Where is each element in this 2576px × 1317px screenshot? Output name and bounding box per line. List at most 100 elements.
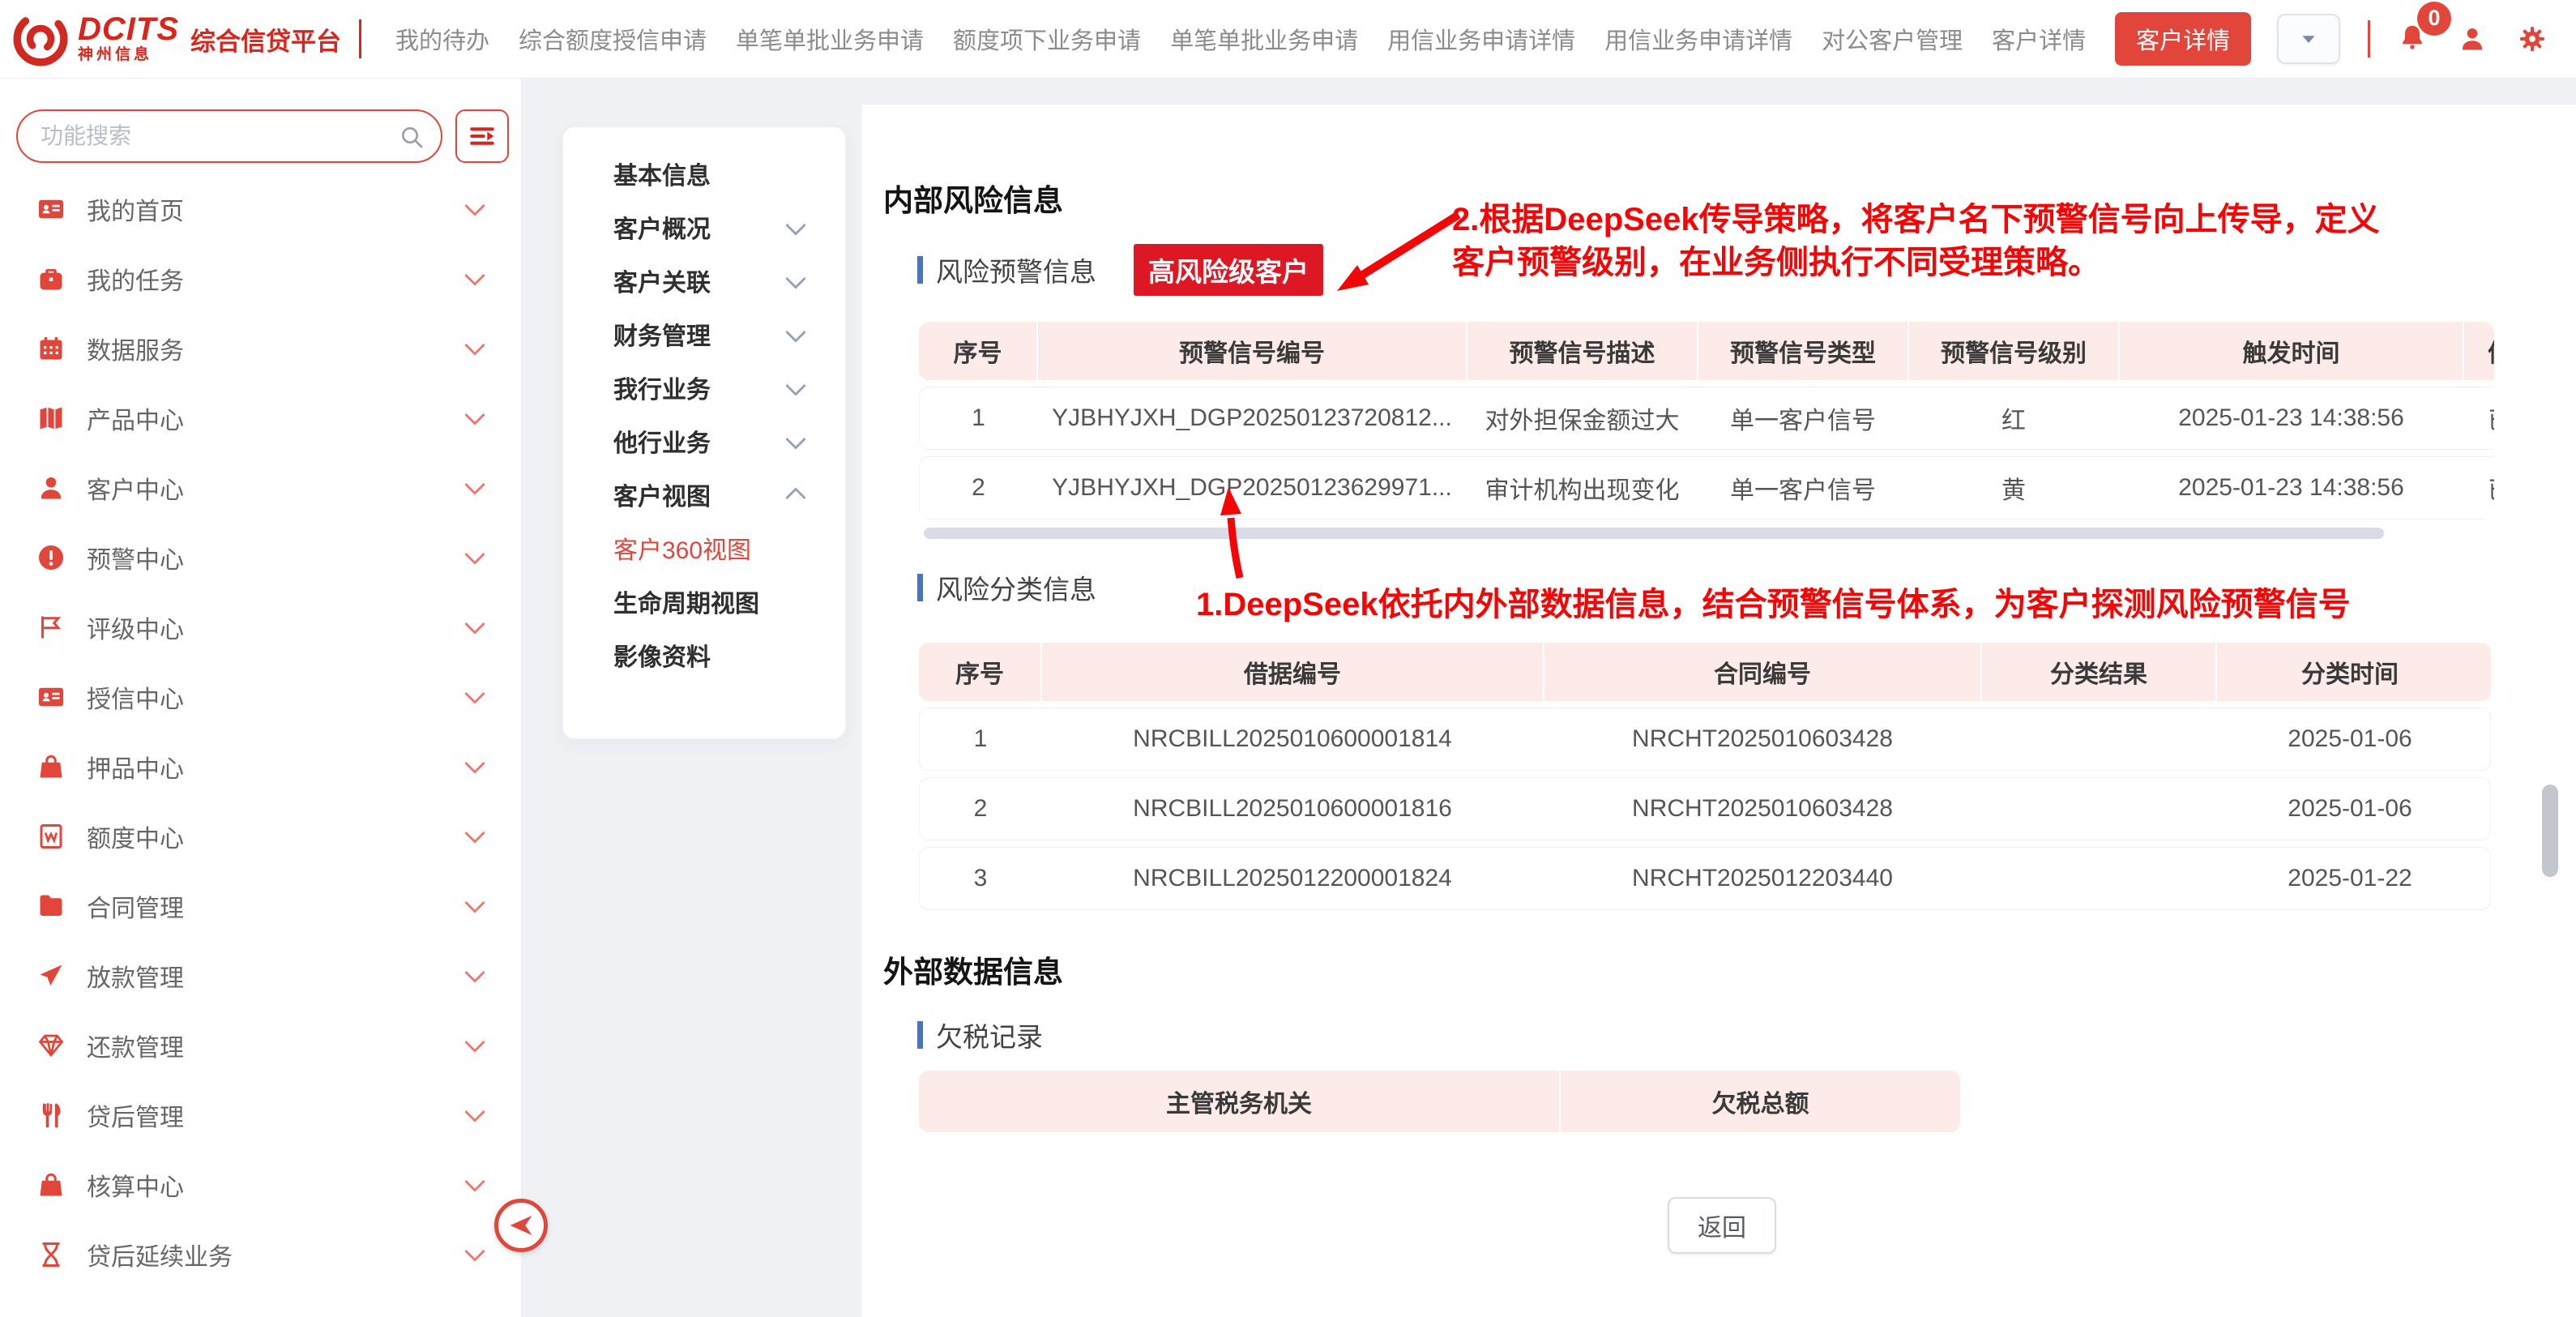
column-header: 预警信号类型 <box>1697 322 1907 380</box>
sidebar-item-icon <box>36 1240 66 1269</box>
sidebar-item-icon <box>36 264 66 293</box>
back-button[interactable]: 返回 <box>1668 1197 1776 1254</box>
top-nav-tab[interactable]: 用信业务申请详情 <box>1604 22 1792 56</box>
submenu-item[interactable]: 基本信息 <box>563 147 845 200</box>
sidebar-item-label: 放款管理 <box>87 958 468 994</box>
top-nav-tabs: 我的待办 综合额度授信申请 单笔单批业务申请 额度项下业务申请 单笔单批业务申请… <box>395 12 2251 66</box>
sidebar-item[interactable]: 押品中心 <box>0 732 521 802</box>
sidebar-collapse-button[interactable] <box>494 1199 548 1252</box>
sidebar-item[interactable]: 授信中心 <box>0 662 521 732</box>
table-cell: NRCHT2025010603428 <box>1544 778 1981 840</box>
chevron-down-icon <box>464 962 485 982</box>
submenu-item[interactable]: 客户关联 <box>563 254 845 307</box>
sidebar-item[interactable]: 贷后延续业务 <box>0 1220 521 1289</box>
annotation-propagation: 2.根据DeepSeek传导策略，将客户名下预警信号向上传导，定义客户预警级别，… <box>1452 199 2380 284</box>
sidebar-item[interactable]: 产品中心 <box>0 383 521 453</box>
table-cell: 2025-01-23 14:38:56 <box>2119 457 2463 519</box>
tabs-dropdown-button[interactable] <box>2277 14 2340 64</box>
sidebar-item[interactable]: 我的首页 <box>0 174 521 244</box>
chevron-down-icon <box>464 892 485 913</box>
app-window: DCITS 神州信息 综合信贷平台 我的待办 综合额度授信申请 单笔单批业务申请… <box>0 0 2576 1317</box>
top-nav-tab[interactable]: 单笔单批业务申请 <box>1170 22 1358 56</box>
submenu-item[interactable]: 影像资料 <box>563 628 845 682</box>
submenu-item[interactable]: 生命周期视图 <box>563 575 845 628</box>
sidebar-item-label: 我的首页 <box>87 191 468 227</box>
sidebar-item[interactable]: 评级中心 <box>0 592 521 662</box>
sidebar-item-label: 贷后延续业务 <box>87 1237 468 1272</box>
sidebar-item[interactable]: 核算中心 <box>0 1150 521 1220</box>
function-search-box[interactable] <box>16 109 442 163</box>
section-bar <box>917 256 923 284</box>
top-nav-tab[interactable]: 客户详情 <box>2115 12 2251 66</box>
top-nav-tab[interactable]: 单笔单批业务申请 <box>736 22 924 56</box>
submenu-item-label: 他行业务 <box>613 423 788 459</box>
column-header: 信 <box>2463 322 2494 380</box>
sidebar-item-icon <box>36 1101 66 1130</box>
top-nav-tab[interactable]: 额度项下业务申请 <box>953 22 1141 56</box>
submenu-item-label: 财务管理 <box>613 316 788 352</box>
sidebar-item[interactable]: 数据服务 <box>0 314 521 383</box>
submenu-item-label: 客户概况 <box>613 209 788 245</box>
top-nav-tab[interactable]: 我的待办 <box>395 22 489 56</box>
sidebar-menu: 我的首页 我的任务 数据服务 产品中心 <box>0 174 521 1289</box>
risk-class-section-title: 风险分类信息 <box>936 568 1096 607</box>
annotation-arrow-down-left-icon <box>1329 208 1467 301</box>
table-cell: 1 <box>920 708 1041 770</box>
brand-text: DCITS 神州信息 <box>78 13 179 65</box>
top-nav-tab[interactable]: 客户详情 <box>1992 22 2086 56</box>
sidebar-item-icon <box>36 961 66 990</box>
table-cell: 已 <box>2463 457 2494 519</box>
submenu-item-label: 我行业务 <box>613 370 788 405</box>
table-row: 1NRCBILL2025010600001814NRCHT20250106034… <box>919 708 2491 771</box>
sidebar-item-label: 评级中心 <box>87 609 468 645</box>
submenu-item[interactable]: 客户360视图 <box>563 521 845 575</box>
submenu-item[interactable]: 客户概况 <box>563 200 845 254</box>
sidebar-item-icon <box>36 195 66 224</box>
user-profile-icon[interactable] <box>2458 24 2487 53</box>
sidebar-item-label: 授信中心 <box>87 679 468 715</box>
top-nav-tab[interactable]: 综合额度授信申请 <box>519 22 707 56</box>
top-nav-tab[interactable]: 对公客户管理 <box>1822 22 1963 56</box>
chevron-down-icon <box>464 1101 485 1122</box>
sidebar-item[interactable]: 放款管理 <box>0 941 521 1011</box>
table-cell: 对外担保金额过大 <box>1467 387 1698 449</box>
settings-gear-icon[interactable] <box>2518 24 2547 53</box>
chevron-down-icon <box>464 1171 485 1191</box>
search-input[interactable] <box>41 111 381 161</box>
horizontal-scrollbar[interactable] <box>924 528 2384 539</box>
submenu-item[interactable]: 他行业务 <box>563 414 845 468</box>
tax-arrears-section-title: 欠税记录 <box>936 1016 1043 1054</box>
table-header-row: 主管税务机关欠税总额 <box>919 1071 1960 1132</box>
menu-toggle-button[interactable] <box>455 109 509 163</box>
sidebar-item[interactable]: 我的任务 <box>0 244 521 314</box>
sidebar-item[interactable]: 预警中心 <box>0 523 521 592</box>
chevron-icon <box>785 268 805 289</box>
sidebar-item-label: 额度中心 <box>87 819 468 854</box>
sidebar-item[interactable]: 还款管理 <box>0 1011 521 1080</box>
tax-arrears-section-header: 欠税记录 <box>917 1016 1043 1054</box>
table-header-row: 序号借据编号合同编号分类结果分类时间 <box>919 643 2491 701</box>
sidebar-item[interactable]: 合同管理 <box>0 871 521 941</box>
tax-arrears-table: 主管税务机关欠税总额 <box>919 1071 1960 1132</box>
top-header: DCITS 神州信息 综合信贷平台 我的待办 综合额度授信申请 单笔单批业务申请… <box>0 0 2576 79</box>
submenu-item[interactable]: 财务管理 <box>563 307 845 361</box>
chevron-down-icon <box>464 683 485 703</box>
annotation-line: 客户预警级别，在业务侧执行不同受理策略。 <box>1452 242 2380 284</box>
column-header: 预警信号编号 <box>1036 322 1466 380</box>
risk-warning-table-scroll[interactable]: 序号预警信号编号预警信号描述预警信号类型预警信号级别触发时间信1YJBHYJXH… <box>919 322 2494 520</box>
sidebar-item[interactable]: 客户中心 <box>0 453 521 523</box>
column-header: 主管税务机关 <box>919 1071 1559 1132</box>
sidebar-item-icon <box>36 334 66 363</box>
sidebar-item[interactable]: 贷后管理 <box>0 1080 521 1150</box>
vertical-scrollbar[interactable] <box>2542 785 2558 877</box>
submenu-item[interactable]: 我行业务 <box>563 361 845 414</box>
sidebar-item-icon <box>36 404 66 433</box>
top-nav-tab[interactable]: 用信业务申请详情 <box>1387 22 1575 56</box>
sidebar-item[interactable]: 额度中心 <box>0 802 521 871</box>
table-cell: 3 <box>920 848 1041 909</box>
submenu-item[interactable]: 客户视图 <box>563 468 845 521</box>
submenu-item-label: 客户视图 <box>613 477 788 512</box>
notifications-button[interactable]: 0 <box>2398 23 2427 56</box>
dcits-logo-icon <box>11 10 70 68</box>
brand-name: DCITS <box>78 13 179 45</box>
